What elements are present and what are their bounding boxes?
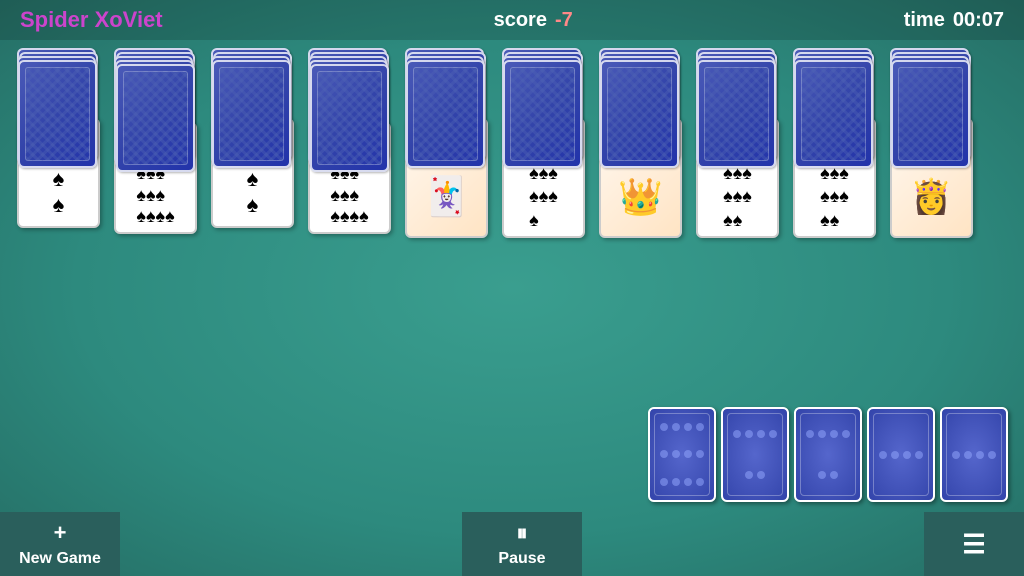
facedown-stack-7 xyxy=(599,48,682,100)
deck-stack-4[interactable] xyxy=(867,407,935,502)
card-column-4[interactable]: 10 ♠ ♠♠♠♠♠♠♠♠♠♠ xyxy=(303,48,396,238)
facedown-stack-8 xyxy=(696,48,779,100)
card-column-8[interactable]: 8 ♠ ♠♠♠♠♠♠♠♠ xyxy=(691,48,784,238)
menu-icon: ☰ xyxy=(962,529,985,560)
card-column-10[interactable]: Q ♠ 👸 xyxy=(885,48,978,238)
game-area: 2 ♠ ♠♠ 10 ♠ xyxy=(0,40,1024,512)
columns-container: 2 ♠ ♠♠ 10 ♠ xyxy=(8,48,1016,238)
card-column-3[interactable]: 2 ♠ ♠♠ xyxy=(206,48,299,238)
time-label: time xyxy=(904,9,945,32)
new-game-icon: + xyxy=(54,520,67,546)
facedown-stack-9 xyxy=(793,48,876,100)
app-title: Spider XoViet xyxy=(20,7,163,33)
deck-area[interactable] xyxy=(648,407,1008,502)
score-section: score -7 xyxy=(494,9,573,32)
card-column-6[interactable]: 7 ♠ ♠♠♠♠♠♠♠ xyxy=(497,48,590,238)
card-column-7[interactable]: K ♠ 👑 xyxy=(594,48,687,238)
deck-stack-1[interactable] xyxy=(648,407,716,502)
facedown-stack-5 xyxy=(405,48,488,100)
facedown-stack-3 xyxy=(211,48,294,100)
score-label: score xyxy=(494,9,547,32)
pause-label: Pause xyxy=(498,550,545,568)
facedown-stack-10 xyxy=(890,48,973,100)
deck-stack-5[interactable] xyxy=(940,407,1008,502)
deck-stack-2[interactable] xyxy=(721,407,789,502)
time-value: 00:07 xyxy=(953,9,1004,32)
facedown-stack-1 xyxy=(17,48,100,100)
card-column-1[interactable]: 2 ♠ ♠♠ xyxy=(12,48,105,238)
menu-button[interactable]: ☰ xyxy=(924,512,1024,576)
new-game-label: New Game xyxy=(19,550,101,568)
card-column-9[interactable]: 8 ♠ ♠♠♠♠♠♠♠♠ xyxy=(788,48,881,238)
deck-stack-3[interactable] xyxy=(794,407,862,502)
pause-icon: ⏸ xyxy=(516,520,527,546)
facedown-stack-6 xyxy=(502,48,585,100)
card-column-5[interactable]: J ♠ 🃏 xyxy=(400,48,493,238)
header: Spider XoViet score -7 time 00:07 xyxy=(0,0,1024,40)
facedown-stack-2 xyxy=(114,48,197,108)
facedown-stack-4 xyxy=(308,48,391,108)
pause-button[interactable]: ⏸ Pause xyxy=(462,512,582,576)
score-value: -7 xyxy=(555,9,573,32)
card-column-2[interactable]: 10 ♠ ♠♠♠♠♠♠♠♠♠♠ xyxy=(109,48,202,238)
new-game-button[interactable]: + New Game xyxy=(0,512,120,576)
time-section: time 00:07 xyxy=(904,9,1004,32)
toolbar: + New Game ⏸ Pause ☰ xyxy=(0,512,1024,576)
